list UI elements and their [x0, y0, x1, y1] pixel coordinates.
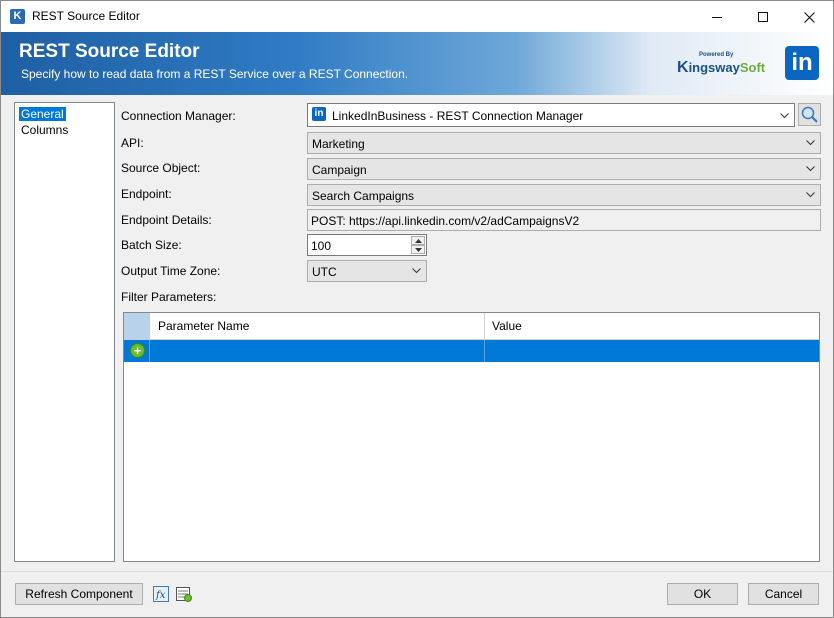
- header-banner: REST Source Editor Specify how to read d…: [1, 32, 833, 95]
- chevron-down-icon: [780, 113, 789, 119]
- maximize-icon: [758, 12, 768, 23]
- maximize-button[interactable]: [740, 1, 786, 32]
- connection-manager-label: Connection Manager:: [121, 109, 236, 123]
- api-select[interactable]: Marketing: [307, 132, 821, 154]
- batch-size-value: 100: [311, 239, 332, 253]
- output-time-zone-value: UTC: [312, 265, 337, 279]
- rest-source-editor-window: K REST Source Editor REST Source Editor …: [0, 0, 834, 618]
- filter-parameters-grid[interactable]: Parameter Name Value +: [123, 312, 820, 562]
- fx-icon: fx: [153, 586, 169, 602]
- column-header-parameter-name[interactable]: Parameter Name: [151, 313, 485, 340]
- banner-subtitle: Specify how to read data from a REST Ser…: [21, 67, 409, 81]
- svg-text:fx: fx: [155, 590, 166, 601]
- endpoint-details-value: POST: https://api.linkedin.com/v2/adCamp…: [311, 214, 580, 228]
- banner-title: REST Source Editor: [19, 41, 200, 62]
- source-object-value: Campaign: [312, 163, 367, 177]
- row-header[interactable]: +: [124, 340, 150, 362]
- cell-divider: [484, 340, 485, 362]
- source-object-label: Source Object:: [121, 161, 201, 175]
- cancel-button[interactable]: Cancel: [748, 583, 819, 605]
- variables-table-icon: [176, 587, 192, 602]
- footer-divider: [1, 571, 833, 572]
- section-nav-list: General Columns: [14, 102, 115, 562]
- minimize-icon: [712, 16, 722, 18]
- close-button[interactable]: [786, 1, 832, 32]
- chevron-down-icon: [806, 192, 815, 198]
- window-title: REST Source Editor: [32, 9, 140, 23]
- connection-manager-select[interactable]: in LinkedInBusiness - REST Connection Ma…: [307, 103, 795, 127]
- output-time-zone-label: Output Time Zone:: [121, 264, 221, 278]
- grid-header: Parameter Name Value: [124, 313, 819, 340]
- endpoint-details-field: POST: https://api.linkedin.com/v2/adCamp…: [307, 209, 821, 231]
- connection-manager-value: LinkedInBusiness - REST Connection Manag…: [332, 109, 584, 123]
- nav-item-general[interactable]: General: [19, 107, 66, 121]
- api-label: API:: [121, 136, 144, 150]
- kingsway-app-icon: K: [10, 9, 25, 24]
- add-row-icon[interactable]: +: [130, 343, 145, 358]
- minimize-button[interactable]: [694, 1, 740, 32]
- endpoint-select[interactable]: Search Campaigns: [307, 184, 821, 206]
- linkedin-logo-icon: in: [785, 46, 819, 80]
- connection-lookup-button[interactable]: [798, 103, 821, 126]
- filter-parameters-label: Filter Parameters:: [121, 290, 217, 304]
- linkedin-icon: in: [312, 107, 326, 121]
- table-row[interactable]: +: [124, 340, 819, 362]
- endpoint-details-label: Endpoint Details:: [121, 213, 212, 227]
- batch-size-decrement-button[interactable]: [411, 245, 425, 254]
- endpoint-label: Endpoint:: [121, 187, 172, 201]
- batch-size-input[interactable]: 100: [307, 234, 427, 256]
- grid-corner-cell[interactable]: [124, 313, 150, 340]
- chevron-down-icon: [806, 140, 815, 146]
- column-header-value[interactable]: Value: [485, 313, 819, 340]
- chevron-down-icon: [412, 268, 421, 274]
- batch-size-label: Batch Size:: [121, 238, 182, 252]
- output-time-zone-select[interactable]: UTC: [307, 260, 427, 282]
- search-icon: [801, 106, 818, 123]
- ok-button[interactable]: OK: [667, 583, 738, 605]
- refresh-component-button[interactable]: Refresh Component: [15, 583, 143, 605]
- api-value: Marketing: [312, 137, 365, 151]
- title-bar: K REST Source Editor: [1, 1, 833, 32]
- kingswaysoft-logo: Powered By KingswaySoft: [677, 52, 767, 82]
- vendor-name: KingswaySoft: [677, 59, 766, 76]
- close-icon: [803, 11, 815, 23]
- powered-by-text: Powered By: [699, 52, 734, 58]
- chevron-up-icon: [415, 239, 422, 243]
- batch-size-increment-button[interactable]: [411, 236, 425, 245]
- chevron-down-icon: [415, 248, 422, 252]
- expression-button[interactable]: fx: [153, 586, 169, 602]
- source-object-select[interactable]: Campaign: [307, 158, 821, 180]
- endpoint-value: Search Campaigns: [312, 189, 415, 203]
- chevron-down-icon: [806, 166, 815, 172]
- nav-item-columns[interactable]: Columns: [19, 123, 70, 137]
- variables-button[interactable]: [176, 586, 192, 602]
